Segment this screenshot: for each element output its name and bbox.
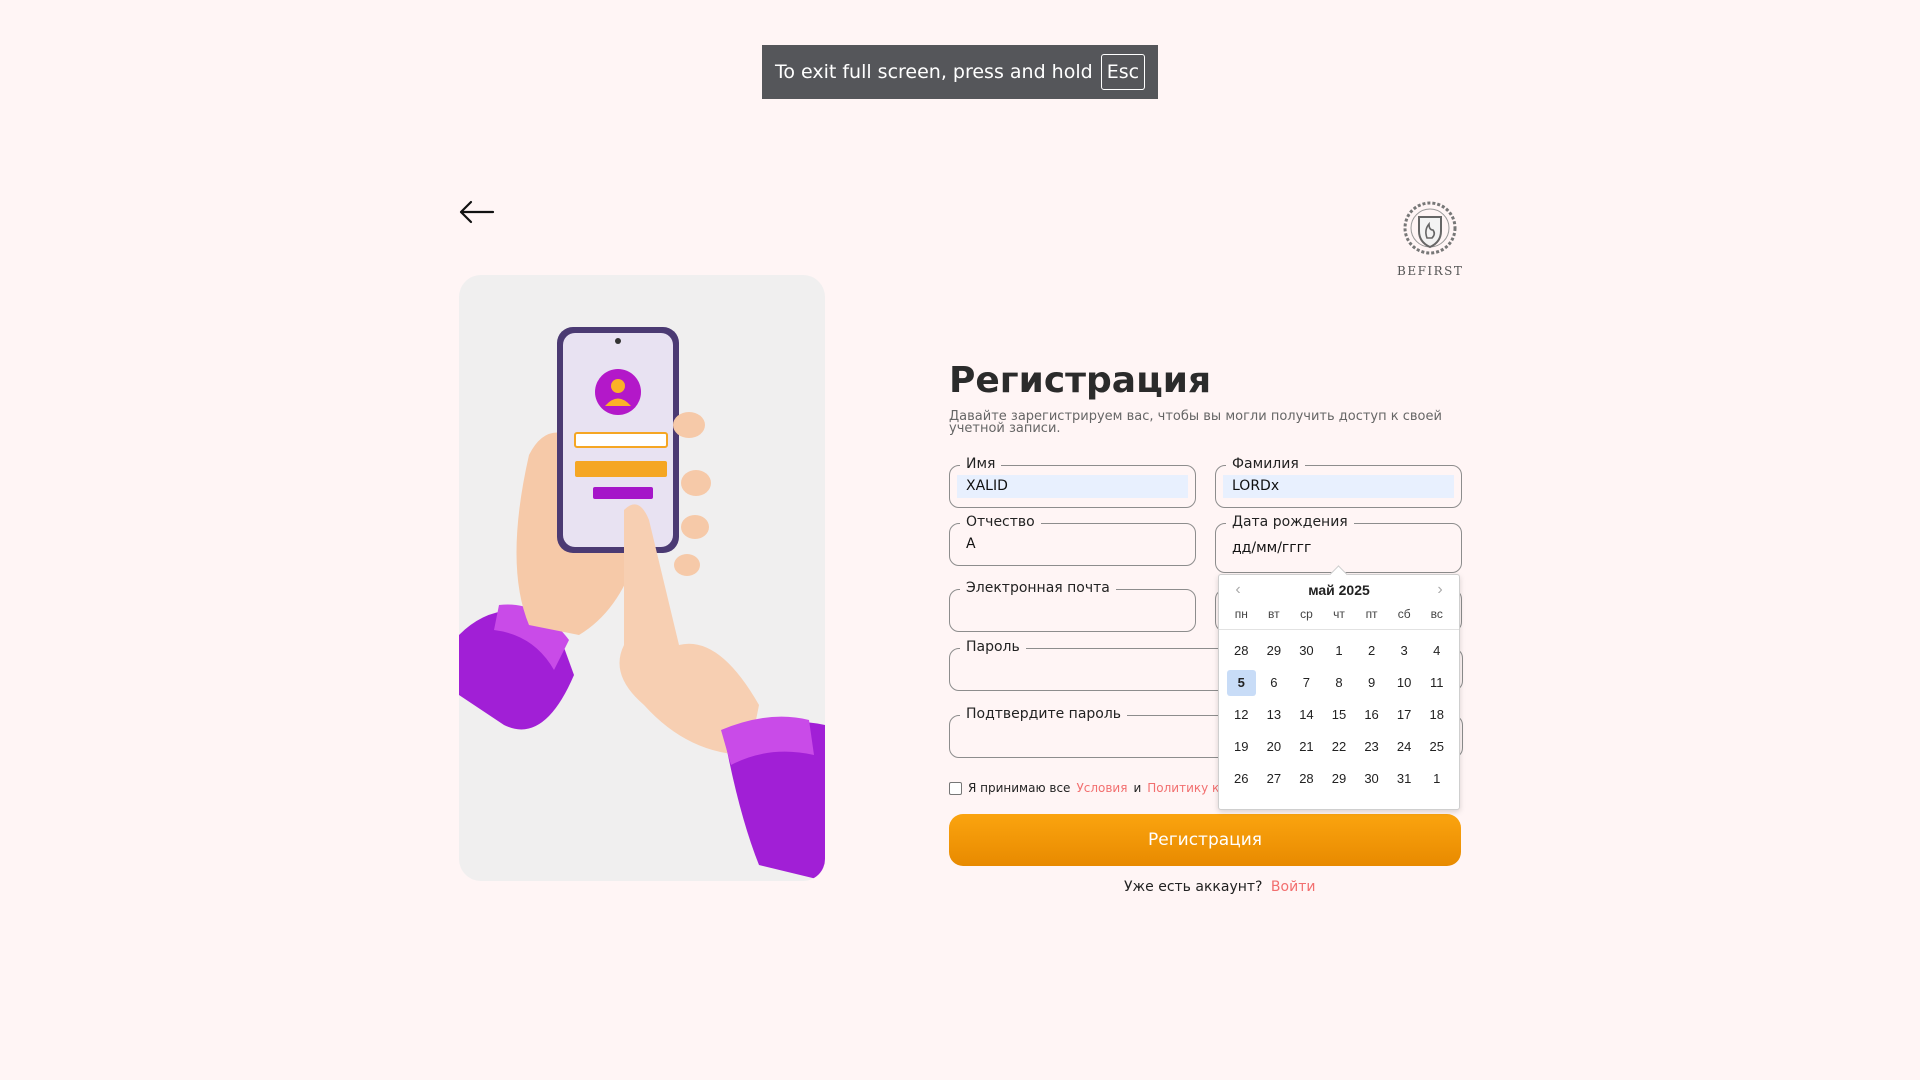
calendar-day[interactable]: 28: [1292, 766, 1321, 792]
calendar-day[interactable]: 22: [1325, 734, 1354, 760]
password-label: Пароль: [960, 639, 1026, 655]
befirst-logo: BEFIRST: [1397, 200, 1463, 278]
calendar-day[interactable]: 29: [1325, 766, 1354, 792]
calendar-day[interactable]: 19: [1227, 734, 1256, 760]
page-title: Регистрация: [949, 360, 1212, 401]
calendar-day[interactable]: 27: [1260, 766, 1289, 792]
weekday-header-row: пн вт ср чт пт сб вс: [1219, 605, 1459, 629]
calendar-day[interactable]: 11: [1422, 670, 1451, 696]
calendar-day[interactable]: 21: [1292, 734, 1321, 760]
fullscreen-notice: To exit full screen, press and hold Esc: [762, 45, 1158, 99]
calendar-day[interactable]: 30: [1357, 766, 1386, 792]
date-picker-header: ‹ май 2025 ›: [1219, 575, 1459, 605]
first-name-field[interactable]: Имя XALID: [949, 456, 1196, 508]
middle-name-field[interactable]: Отчество A: [949, 514, 1196, 566]
calendar-day[interactable]: 20: [1260, 734, 1289, 760]
weekday-label: вс: [1430, 607, 1443, 621]
terms-checkbox[interactable]: [949, 781, 962, 795]
phone-login-illustration: [459, 275, 825, 881]
calendar-day[interactable]: 15: [1325, 702, 1354, 728]
calendar-day[interactable]: 13: [1260, 702, 1289, 728]
esc-key-hint: Esc: [1100, 54, 1146, 90]
calendar-day[interactable]: 3: [1390, 638, 1419, 664]
date-picker-divider: [1219, 629, 1459, 630]
calendar-day[interactable]: 17: [1390, 702, 1419, 728]
weekday-label: вт: [1268, 607, 1280, 621]
terms-and: и: [1133, 781, 1142, 795]
hand-holding-phone-image: [459, 327, 825, 881]
calendar-day[interactable]: 30: [1292, 638, 1321, 664]
first-name-input[interactable]: XALID: [957, 475, 1188, 498]
calendar-day[interactable]: 14: [1292, 702, 1321, 728]
page-subtitle: Давайте зарегистрируем вас, чтобы вы мог…: [949, 409, 1442, 436]
weekday-label: ср: [1300, 607, 1313, 621]
terms-prefix: Я принимаю все: [968, 781, 1071, 795]
calendar-day[interactable]: 6: [1260, 670, 1289, 696]
email-label: Электронная почта: [960, 580, 1116, 596]
calendar-day[interactable]: 10: [1390, 670, 1419, 696]
calendar-day[interactable]: 9: [1357, 670, 1386, 696]
calendar-day[interactable]: 29: [1260, 638, 1289, 664]
weekday-label: сб: [1397, 607, 1411, 621]
weekday-label: пн: [1234, 607, 1248, 621]
registration-form: Регистрация Давайте зарегистрируем вас, …: [949, 360, 1461, 435]
terms-link[interactable]: Условия: [1076, 781, 1127, 795]
date-picker-popup: ‹ май 2025 › пн вт ср чт пт сб вс 28 29 30 1 2 3 4 5 6…: [1218, 574, 1460, 810]
calendar-day[interactable]: 24: [1390, 734, 1419, 760]
calendar-day[interactable]: 18: [1422, 702, 1451, 728]
next-month-chevron-icon[interactable]: ›: [1433, 581, 1447, 599]
calendar-day[interactable]: 12: [1227, 702, 1256, 728]
calendar-day[interactable]: 28: [1227, 638, 1256, 664]
fullscreen-notice-text: To exit full screen, press and hold: [774, 61, 1093, 83]
confirm-password-label: Подтвердите пароль: [960, 706, 1128, 722]
calendar-day[interactable]: 16: [1357, 702, 1386, 728]
calendar-day[interactable]: 26: [1227, 766, 1256, 792]
login-link[interactable]: Войти: [1271, 879, 1316, 895]
calendar-day[interactable]: 23: [1357, 734, 1386, 760]
login-prompt-row: Уже есть аккаунт? Войти: [1124, 879, 1315, 895]
arrow-left-icon: [459, 200, 495, 224]
login-prompt: Уже есть аккаунт?: [1124, 879, 1263, 895]
calendar-day[interactable]: 5: [1227, 670, 1256, 696]
calendar-day[interactable]: 2: [1357, 638, 1386, 664]
last-name-input[interactable]: LORDx: [1223, 475, 1454, 498]
email-field[interactable]: Электронная почта: [949, 580, 1196, 632]
register-button[interactable]: Регистрация: [949, 814, 1461, 866]
birth-date-input[interactable]: дд/мм/гггг: [1223, 537, 1454, 560]
calendar-day[interactable]: 31: [1390, 766, 1419, 792]
last-name-label: Фамилия: [1226, 456, 1305, 472]
calendar-day[interactable]: 4: [1422, 638, 1451, 664]
middle-name-label: Отчество: [960, 514, 1041, 530]
first-name-label: Имя: [960, 456, 1002, 472]
date-picker-grid: 28 29 30 1 2 3 4 5 6 7 8 9 10 11 12 13 14 15 16 17 18 19 20 21 2…: [1219, 638, 1459, 792]
weekday-label: пт: [1365, 607, 1378, 621]
birth-date-label: Дата рождения: [1226, 514, 1354, 530]
weekday-label: чт: [1333, 607, 1345, 621]
calendar-day[interactable]: 7: [1292, 670, 1321, 696]
calendar-day[interactable]: 8: [1325, 670, 1354, 696]
last-name-field[interactable]: Фамилия LORDx: [1215, 456, 1462, 508]
back-button[interactable]: [457, 196, 497, 228]
calendar-day[interactable]: 1: [1422, 766, 1451, 792]
date-picker-month: май 2025: [1308, 582, 1370, 598]
terms-row: Я принимаю все Условия и Политику конфи: [949, 781, 1253, 795]
email-input[interactable]: [957, 599, 1188, 622]
calendar-day[interactable]: 1: [1325, 638, 1354, 664]
brand-name: BEFIRST: [1397, 264, 1464, 278]
laurel-shield-emblem-icon: [1403, 201, 1457, 255]
prev-month-chevron-icon[interactable]: ‹: [1231, 581, 1245, 599]
calendar-day[interactable]: 25: [1422, 734, 1451, 760]
middle-name-input[interactable]: A: [957, 533, 1188, 556]
